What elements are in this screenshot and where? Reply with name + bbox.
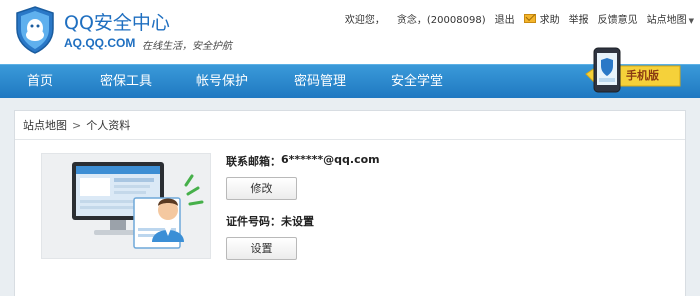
modify-email-button[interactable]: 修改 (226, 177, 297, 200)
breadcrumb-divider (15, 139, 685, 140)
mobile-version-badge[interactable]: 手机版 (584, 44, 688, 96)
report-link[interactable]: 举报 (569, 11, 589, 26)
qq-shield-logo-icon[interactable] (14, 5, 56, 55)
content-panel: 站点地图 > 个人资料 联系邮箱： 6******@qq.com 修改 证件号码… (14, 110, 686, 296)
computer-profile-icon (72, 162, 204, 249)
nav-item-security-tools[interactable]: 密保工具 (100, 65, 152, 99)
welcome-text: 欢迎您， (344, 15, 385, 26)
nav-item-password-management[interactable]: 密码管理 (294, 65, 346, 99)
sitemap-label: 站点地图 (646, 15, 687, 26)
mail-icon[interactable] (523, 14, 536, 23)
brand-url[interactable]: AQ.QQ.COM (64, 36, 135, 50)
brand-slogan: 在线生活，安全护航 (142, 41, 232, 52)
set-id-button[interactable]: 设置 (226, 237, 297, 260)
logout-link[interactable]: 退出 (495, 11, 515, 26)
nav-item-account-protection[interactable]: 帐号保护 (196, 65, 248, 99)
help-link[interactable]: 求助 (540, 11, 560, 26)
breadcrumb-separator: > (72, 118, 82, 132)
email-value: 6******@qq.com (281, 153, 380, 166)
id-number-label: 证件号码： (226, 215, 281, 228)
breadcrumb-current: 个人资料 (86, 119, 131, 132)
breadcrumb-sitemap-link[interactable]: 站点地图 (23, 117, 67, 133)
sitemap-link[interactable]: 站点地图 ▼ (647, 11, 694, 26)
mobile-version-label: 手机版 (626, 69, 659, 82)
nav-item-home[interactable]: 首页 (27, 65, 53, 99)
nav-item-security-school[interactable]: 安全学堂 (391, 65, 443, 99)
email-label: 联系邮箱： (226, 155, 281, 168)
feedback-link[interactable]: 反馈意见 (598, 11, 638, 26)
chevron-down-icon: ▼ (688, 17, 694, 25)
top-links: 欢迎您， 贪念，(20008098) 退出 求助 举报 反馈意见 站点地图 ▼ (336, 11, 694, 26)
user-name: 贪念，(20008098) (396, 15, 486, 26)
breadcrumb: 站点地图 > 个人资料 (23, 117, 130, 133)
brand-title[interactable]: QQ安全中心 (64, 8, 170, 35)
profile-illustration (41, 153, 211, 259)
id-number-value: 未设置 (281, 215, 314, 228)
